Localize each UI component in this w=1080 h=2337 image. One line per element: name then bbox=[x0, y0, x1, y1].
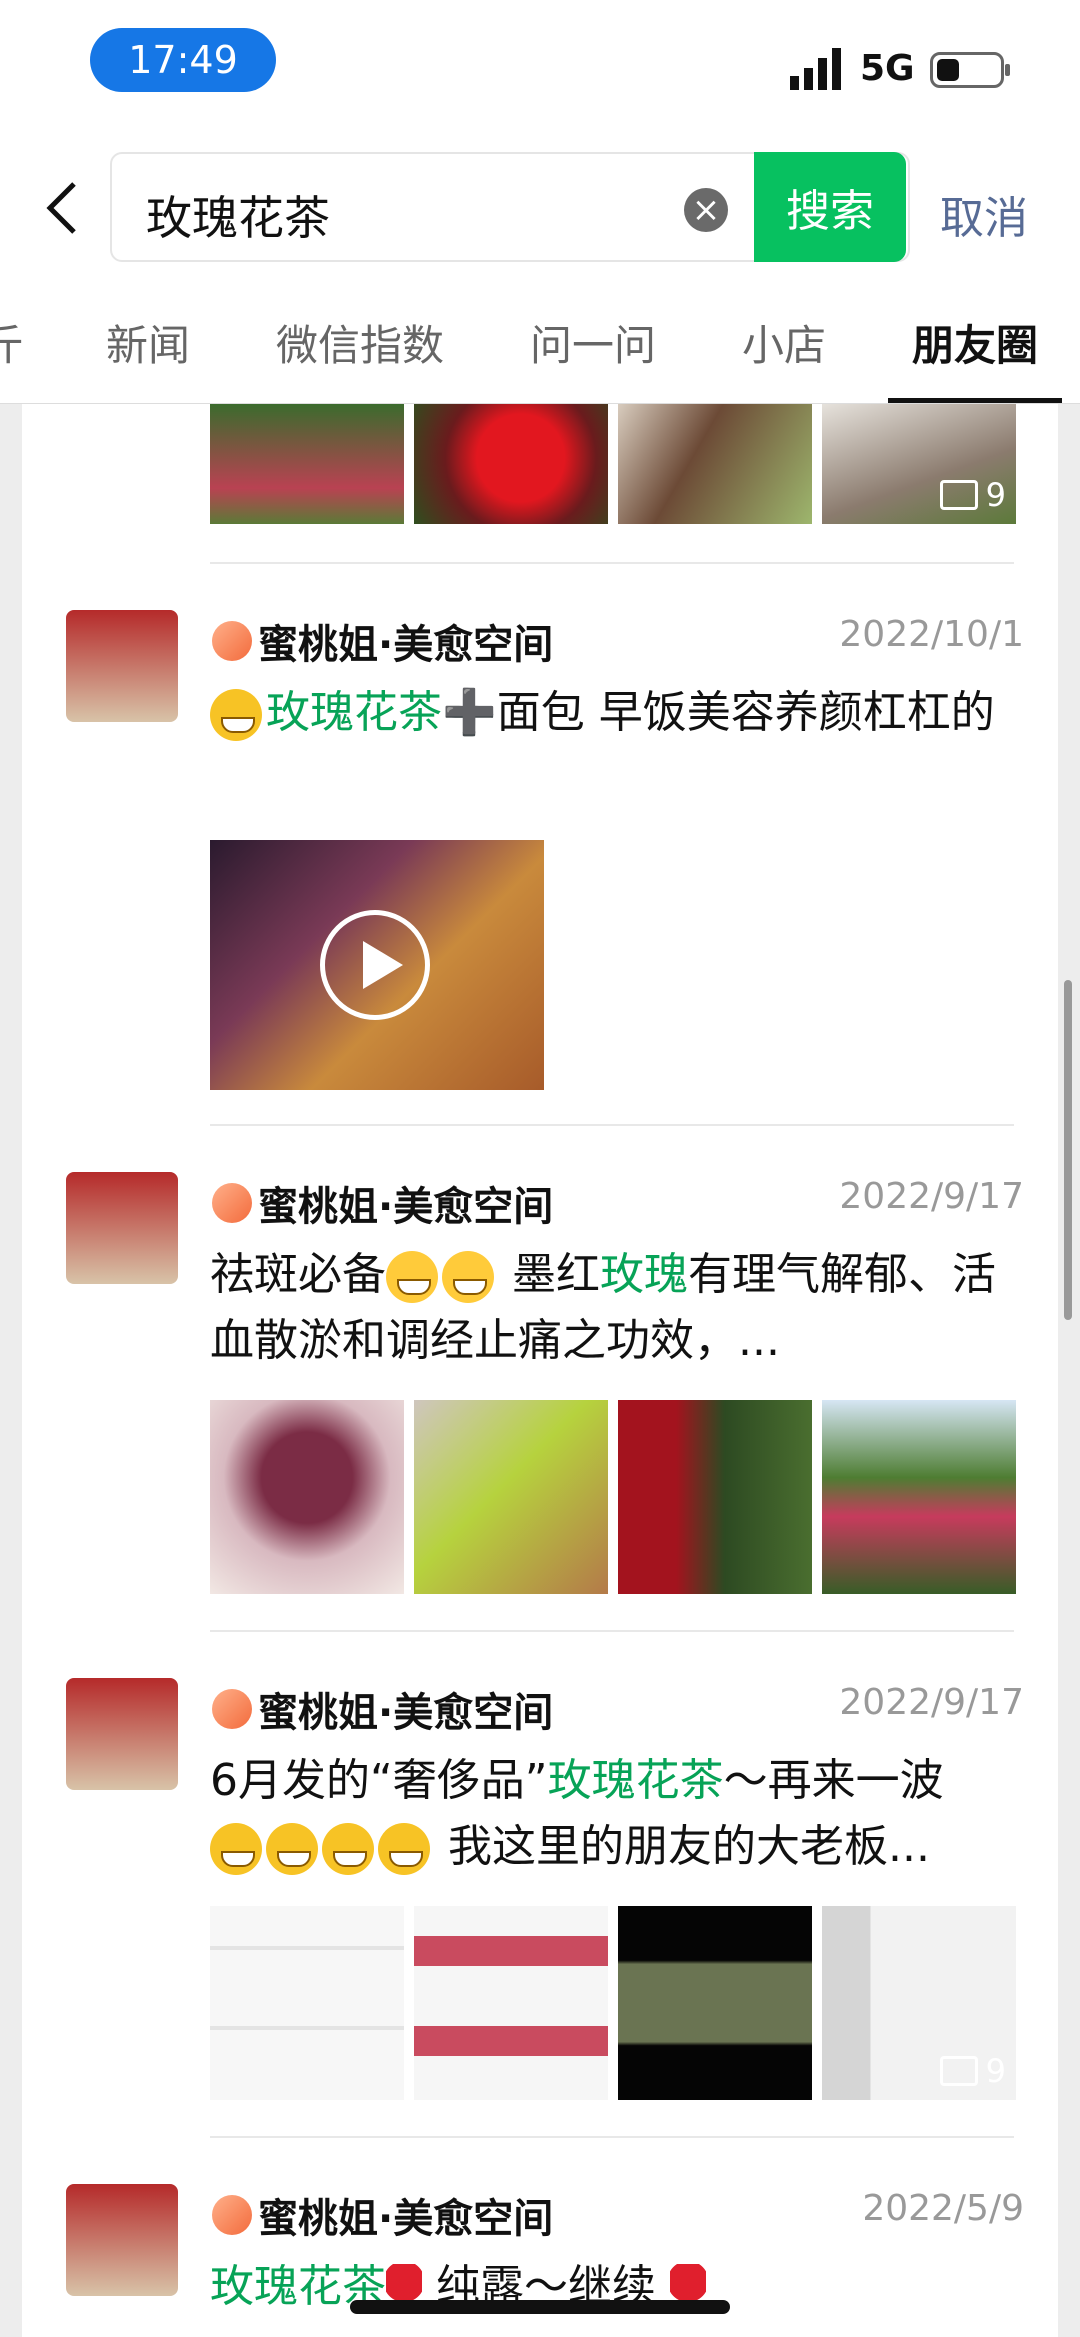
post-text[interactable]: 6月发的“奢侈品”玫瑰花茶～再来一波 我这里的朋友的大老板... bbox=[210, 1748, 1020, 1880]
grin-emoji-icon bbox=[210, 1823, 262, 1875]
peach-emoji-icon bbox=[212, 621, 252, 661]
post-date: 2022/9/17 bbox=[839, 1682, 1024, 1723]
divider bbox=[210, 1124, 1014, 1126]
category-tabs: 斤 新闻 微信指数 问一问 小店 朋友圈 bbox=[0, 268, 1080, 404]
active-tab-indicator bbox=[888, 398, 1062, 403]
peach-emoji-icon bbox=[212, 1689, 252, 1729]
post-author[interactable]: 蜜桃姐·美愈空间 bbox=[212, 1680, 553, 1738]
post-text[interactable]: 祛斑必备 墨红玫瑰有理气解郁、活血散淤和调经止痛之功效，... bbox=[210, 1242, 1020, 1374]
tab-partial[interactable]: 斤 bbox=[0, 312, 24, 373]
tab-shop[interactable]: 小店 bbox=[742, 312, 826, 373]
post-date: 2022/9/17 bbox=[839, 1176, 1024, 1217]
home-indicator[interactable] bbox=[350, 2300, 730, 2314]
grin-emoji-icon bbox=[210, 689, 262, 741]
avatar[interactable] bbox=[66, 1172, 178, 1284]
avatar[interactable] bbox=[66, 610, 178, 722]
image-grid bbox=[210, 1400, 1016, 1594]
grin-emoji-icon bbox=[266, 1823, 318, 1875]
crying-laugh-emoji-icon bbox=[442, 1251, 494, 1303]
play-icon[interactable] bbox=[320, 910, 430, 1020]
cancel-button[interactable]: 取消 bbox=[940, 182, 1028, 246]
image-grid: 9 bbox=[210, 1906, 1016, 2100]
search-query[interactable]: 玫瑰花茶 bbox=[146, 182, 330, 248]
image-icon bbox=[939, 2056, 978, 2086]
post-author[interactable]: 蜜桃姐·美愈空间 bbox=[212, 612, 553, 670]
photo-thumbnail[interactable]: 9 bbox=[822, 404, 1016, 524]
results-feed: 9 蜜桃姐·美愈空间 2022/10/1 玫瑰花茶➕面包 早饭美容养颜杠杠的 蜜… bbox=[22, 404, 1058, 2337]
divider bbox=[210, 562, 1014, 564]
photo-thumbnail[interactable] bbox=[414, 1906, 608, 2100]
status-bar: 17:49 5G bbox=[0, 0, 1080, 140]
status-time: 17:49 bbox=[90, 28, 276, 92]
photo-thumbnail[interactable] bbox=[618, 1906, 812, 2100]
image-grid: 9 bbox=[210, 404, 1016, 524]
photo-thumbnail[interactable] bbox=[822, 1400, 1016, 1594]
grin-emoji-icon bbox=[378, 1823, 430, 1875]
network-label: 5G bbox=[860, 48, 915, 89]
tab-ask[interactable]: 问一问 bbox=[530, 312, 656, 373]
photo-thumbnail[interactable]: 9 bbox=[822, 1906, 1016, 2100]
post-date: 2022/10/1 bbox=[839, 614, 1024, 655]
page: 17:49 5G 玫瑰花茶 × 搜索 取消 斤 新闻 微信指数 问一问 小店 朋… bbox=[0, 0, 1080, 2337]
photo-thumbnail[interactable] bbox=[210, 1906, 404, 2100]
post-author[interactable]: 蜜桃姐·美愈空间 bbox=[212, 1174, 553, 1232]
peach-emoji-icon bbox=[212, 1183, 252, 1223]
search-button[interactable]: 搜索 bbox=[754, 152, 906, 262]
photo-thumbnail[interactable] bbox=[618, 1400, 812, 1594]
post-date: 2022/5/9 bbox=[862, 2188, 1024, 2229]
avatar[interactable] bbox=[66, 1678, 178, 1790]
image-icon bbox=[939, 480, 978, 510]
post-author[interactable]: 蜜桃姐·美愈空间 bbox=[212, 2186, 553, 2244]
tab-wechat-index[interactable]: 微信指数 bbox=[276, 312, 444, 373]
signal-icon bbox=[790, 48, 841, 90]
divider bbox=[210, 1630, 1014, 1632]
post-text[interactable]: 玫瑰花茶➕面包 早饭美容养颜杠杠的 bbox=[210, 680, 1020, 746]
tab-moments[interactable]: 朋友圈 bbox=[912, 312, 1038, 373]
photo-thumbnail[interactable] bbox=[618, 404, 812, 524]
scrollbar[interactable] bbox=[1064, 980, 1072, 1320]
peach-emoji-icon bbox=[212, 2195, 252, 2235]
image-count: 9 bbox=[939, 2052, 1006, 2090]
avatar[interactable] bbox=[66, 2184, 178, 2296]
photo-thumbnail[interactable] bbox=[414, 1400, 608, 1594]
crying-laugh-emoji-icon bbox=[386, 1251, 438, 1303]
photo-thumbnail[interactable] bbox=[210, 1400, 404, 1594]
back-arrow-icon[interactable] bbox=[42, 178, 82, 238]
photo-thumbnail[interactable] bbox=[414, 404, 608, 524]
image-count: 9 bbox=[939, 476, 1006, 514]
photo-thumbnail[interactable] bbox=[210, 404, 404, 524]
clear-icon[interactable]: × bbox=[684, 188, 728, 232]
battery-icon bbox=[930, 52, 1010, 88]
grin-emoji-icon bbox=[322, 1823, 374, 1875]
divider bbox=[210, 2136, 1014, 2138]
tab-news[interactable]: 新闻 bbox=[106, 312, 190, 373]
search-header: 玫瑰花茶 × 搜索 取消 bbox=[0, 140, 1080, 268]
video-thumbnail[interactable] bbox=[210, 840, 544, 1090]
